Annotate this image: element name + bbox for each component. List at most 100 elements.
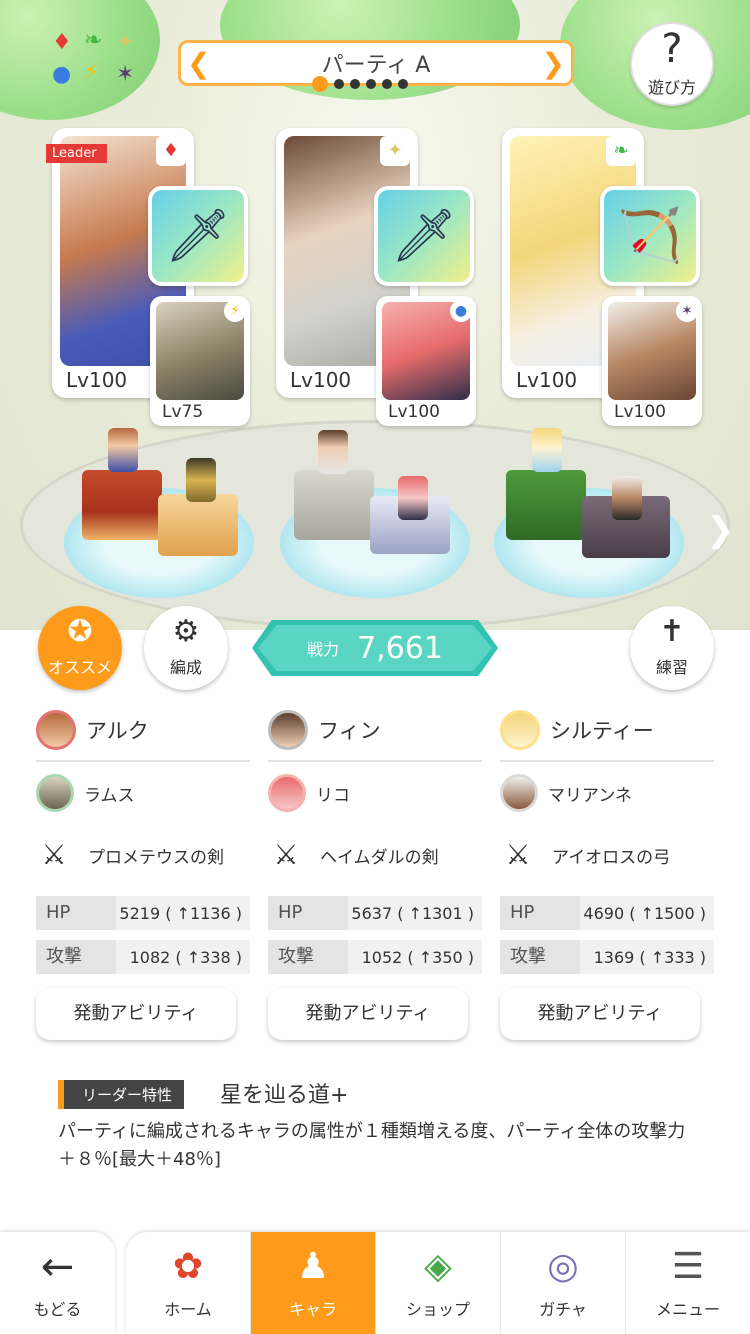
power-badge: 戦力 7,661 — [252, 620, 498, 676]
recommend-button[interactable]: ✪ オススメ — [38, 606, 122, 690]
sub-character-name: ラムス — [84, 785, 135, 806]
main-character-name: シルティー — [550, 719, 654, 743]
sword-icon[interactable]: 🗡 — [148, 186, 248, 286]
sub-character-card-3[interactable]: ✶ Lv100 — [602, 296, 702, 426]
hp-value: 5219 ( ↑1136 ) — [119, 903, 242, 923]
tab-menu[interactable]: ☰ メニュー — [625, 1232, 750, 1334]
training-dummy-icon: ✝ — [659, 614, 685, 649]
character-icon: ♟ — [296, 1246, 330, 1287]
sub-character-card-2[interactable]: ● Lv100 — [376, 296, 476, 426]
ability-button-1[interactable]: 発動アビリティ — [36, 988, 236, 1040]
weapon-row[interactable]: ⚔ アイオロスの弓 — [500, 824, 714, 886]
sub-character-name: リコ — [316, 785, 350, 806]
thunder-element-icon: ⚡ — [84, 60, 100, 85]
hp-label: HP — [500, 896, 580, 930]
thunder-element-icon: ⚡ — [224, 300, 246, 322]
avatar — [500, 710, 540, 750]
sub-character-row[interactable]: ラムス — [36, 762, 250, 824]
page-dot[interactable] — [334, 79, 344, 89]
menu-icon: ☰ — [671, 1246, 705, 1287]
tab-label: ショップ — [405, 1300, 470, 1319]
back-label: もどる — [33, 1300, 82, 1319]
character-level: Lv100 — [614, 402, 666, 422]
bow-icon[interactable]: 🏹 — [600, 186, 700, 286]
tab-character[interactable]: ♟ キャラ — [250, 1232, 375, 1334]
page-dot[interactable] — [366, 79, 376, 89]
leader-tag: Leader — [46, 144, 107, 163]
weapon-name: プロメテウスの剣 — [88, 847, 224, 868]
question-icon: ? — [661, 26, 683, 72]
weapon-icon: ⚔ — [273, 838, 299, 871]
page-dot[interactable] — [382, 79, 392, 89]
leader-skill-name: 星を辿る道+ — [220, 1083, 349, 1108]
bottom-navigation: ← もどる ✿ ホーム ♟ キャラ ◈ ショップ ◎ ガチャ ☰ メニュー — [0, 1232, 750, 1334]
avatar — [268, 710, 308, 750]
practice-label: 練習 — [655, 658, 688, 677]
next-party-arrow[interactable]: ❯ — [542, 47, 565, 80]
element-legend: ♦ ❧ ✦ ● ⚡ ✶ — [48, 30, 148, 90]
attack-label: 攻撃 — [36, 940, 116, 974]
avatar — [36, 774, 74, 812]
main-block — [82, 470, 162, 540]
hp-value: 4690 ( ↑1500 ) — [583, 903, 706, 923]
character-level: Lv75 — [162, 402, 204, 422]
main-character-row[interactable]: フィン — [268, 700, 482, 762]
party-scene: ♦ ❧ ✦ ● ⚡ ✶ ❮ パーティ A ❯ ? 遊び方 Leader ♦ Lv… — [0, 0, 750, 650]
wind-element-icon: ❧ — [606, 136, 636, 166]
attack-stat: 攻撃 1369 ( ↑333 ) — [500, 940, 714, 974]
character-level: Lv100 — [290, 368, 352, 392]
sub-character-row[interactable]: リコ — [268, 762, 482, 824]
attack-value: 1369 ( ↑333 ) — [593, 947, 706, 967]
main-character-row[interactable]: シルティー — [500, 700, 714, 762]
attack-label: 攻撃 — [268, 940, 348, 974]
page-dot[interactable] — [398, 79, 408, 89]
ability-button-2[interactable]: 発動アビリティ — [268, 988, 468, 1040]
sword-icon[interactable]: 🗡 — [374, 186, 474, 286]
back-button[interactable]: ← もどる — [0, 1232, 115, 1334]
tab-gacha[interactable]: ◎ ガチャ — [500, 1232, 625, 1334]
tab-shop[interactable]: ◈ ショップ — [375, 1232, 500, 1334]
tab-label: ガチャ — [539, 1300, 587, 1319]
chibi-sprite — [108, 428, 138, 472]
weapon-row[interactable]: ⚔ ヘイムダルの剣 — [268, 824, 482, 886]
back-arrow-icon: ← — [40, 1244, 75, 1290]
formation-gear-icon: ⚙ — [172, 614, 200, 649]
hp-stat: HP 4690 ( ↑1500 ) — [500, 896, 714, 930]
attack-value: 1052 ( ↑350 ) — [361, 947, 474, 967]
leader-skill-label: リーダー特性 — [58, 1080, 185, 1109]
chibi-sprite — [186, 458, 216, 502]
tab-label: ホーム — [164, 1300, 212, 1319]
chibi-sprite — [532, 428, 562, 472]
help-button[interactable]: ? 遊び方 — [630, 22, 714, 106]
page-dot-active[interactable] — [312, 76, 328, 92]
practice-button[interactable]: ✝ 練習 — [630, 606, 714, 690]
home-icon: ✿ — [172, 1246, 204, 1287]
tab-home[interactable]: ✿ ホーム — [126, 1232, 250, 1334]
dark-element-icon: ✶ — [116, 62, 135, 87]
formation-button[interactable]: ⚙ 編成 — [144, 606, 228, 690]
weapon-icon: ⚔ — [505, 838, 531, 871]
main-block — [294, 470, 374, 540]
hp-stat: HP 5637 ( ↑1301 ) — [268, 896, 482, 930]
sub-character-row[interactable]: マリアンネ — [500, 762, 714, 824]
tab-label: キャラ — [288, 1300, 337, 1319]
attack-value: 1082 ( ↑338 ) — [129, 947, 242, 967]
weapon-row[interactable]: ⚔ プロメテウスの剣 — [36, 824, 250, 886]
light-element-icon: ✦ — [380, 136, 410, 166]
ability-button-3[interactable]: 発動アビリティ — [500, 988, 700, 1040]
hp-label: HP — [36, 896, 116, 930]
prev-party-arrow[interactable]: ❮ — [187, 47, 210, 80]
sub-character-card-1[interactable]: ⚡ Lv75 — [150, 296, 250, 426]
hp-label: HP — [268, 896, 348, 930]
page-dot[interactable] — [350, 79, 360, 89]
unit-column-3: シルティー マリアンネ ⚔ アイオロスの弓 HP 4690 ( ↑1500 ) … — [500, 700, 714, 974]
help-label: 遊び方 — [647, 78, 696, 97]
main-character-row[interactable]: アルク — [36, 700, 250, 762]
weapon-name: アイオロスの弓 — [552, 847, 671, 868]
wind-element-icon: ❧ — [84, 28, 103, 53]
recommend-icon: ✪ — [67, 614, 93, 649]
shop-icon: ◈ — [424, 1246, 452, 1287]
nav-tabs: ✿ ホーム ♟ キャラ ◈ ショップ ◎ ガチャ ☰ メニュー — [126, 1232, 750, 1334]
character-level: Lv100 — [66, 368, 128, 392]
scroll-right-arrow[interactable]: ❯ — [706, 510, 735, 550]
